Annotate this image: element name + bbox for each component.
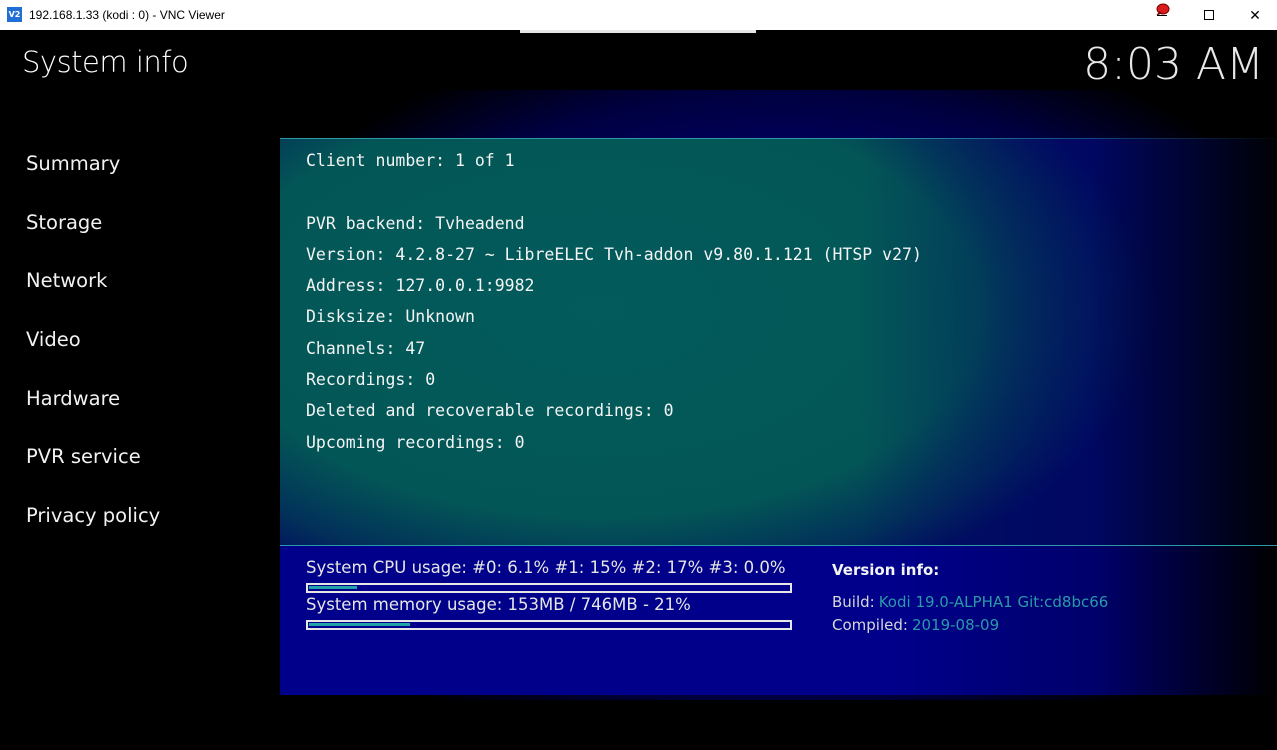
client-number: Client number: 1 of 1	[306, 151, 515, 170]
close-icon: ✕	[1249, 6, 1261, 23]
vnc-viewer-icon[interactable]: V2	[7, 7, 22, 22]
backend-address: Address: 127.0.0.1:9982	[306, 276, 535, 296]
maximize-icon	[1204, 10, 1214, 20]
sidebar-item-video[interactable]: Video	[0, 311, 280, 370]
window-titlebar: V2 192.168.1.33 (kodi : 0) - VNC Viewer …	[0, 0, 1277, 30]
minimize-button[interactable]	[1139, 0, 1185, 30]
build-key: Build:	[832, 593, 875, 611]
sidebar-item-privacy-policy[interactable]: Privacy policy	[0, 487, 280, 546]
memory-usage-bar	[306, 620, 792, 630]
deleted-recordings-count: Deleted and recoverable recordings: 0	[306, 401, 674, 421]
upcoming-recordings-count: Upcoming recordings: 0	[306, 432, 525, 452]
channels-count: Channels: 47	[306, 338, 426, 358]
cpu-usage-fill	[309, 586, 358, 589]
close-button[interactable]: ✕	[1232, 0, 1277, 30]
compiled-key: Compiled:	[832, 616, 908, 634]
clock: 8:03 AM	[1083, 39, 1264, 90]
sidebar-item-hardware[interactable]: Hardware	[0, 370, 280, 429]
recordings-count: Recordings: 0	[306, 370, 436, 390]
backend-version: Version: 4.2.8-27 ~ LibreELEC Tvh-addon …	[306, 244, 922, 264]
compiled-row: Compiled: 2019-08-09	[832, 616, 999, 634]
build-value: Kodi 19.0-ALPHA1 Git:cd8bc66	[878, 593, 1109, 611]
disksize: Disksize: Unknown	[306, 307, 475, 327]
vnc-toolbar-strip[interactable]	[520, 30, 756, 33]
pvr-backend: PVR backend: Tvheadend	[306, 213, 525, 233]
cpu-usage-label: System CPU usage: #0: 6.1% #1: 15% #2: 1…	[306, 558, 786, 577]
version-info-heading: Version info:	[832, 561, 940, 579]
sidebar-item-summary[interactable]: Summary	[0, 135, 280, 194]
build-row: Build: Kodi 19.0-ALPHA1 Git:cd8bc66	[832, 593, 1108, 611]
memory-usage-label: System memory usage: 153MB / 746MB - 21%	[306, 595, 691, 614]
sidebar-item-storage[interactable]: Storage	[0, 194, 280, 253]
maximize-button[interactable]	[1186, 0, 1232, 30]
sidebar: Summary Storage Network Video Hardware P…	[0, 135, 280, 546]
window-title: 192.168.1.33 (kodi : 0) - VNC Viewer	[29, 8, 225, 22]
page-title: System info	[22, 45, 189, 79]
memory-usage-fill	[309, 623, 411, 626]
sidebar-item-network[interactable]: Network	[0, 252, 280, 311]
compiled-value: 2019-08-09	[911, 616, 1000, 634]
cpu-usage-bar	[306, 583, 792, 593]
minimize-icon	[1157, 14, 1167, 16]
pvr-info-list: Client number: 1 of 1 PVR backend: Tvhea…	[306, 145, 922, 458]
sidebar-item-pvr-service[interactable]: PVR service	[0, 428, 280, 487]
kodi-screen: System info 8:03 AM Summary Storage Netw…	[0, 30, 1277, 750]
